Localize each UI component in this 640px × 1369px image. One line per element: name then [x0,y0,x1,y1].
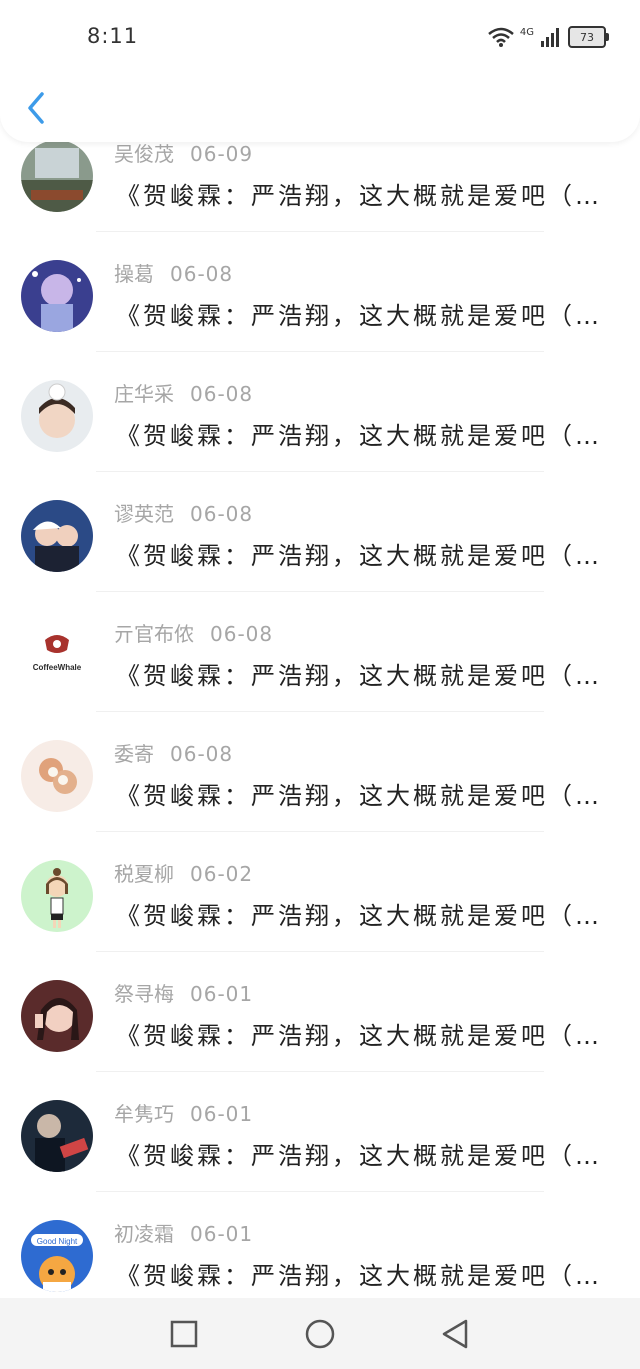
message-meta: 谬英范 06-08 [114,498,253,527]
message-date: 06-08 [190,382,254,406]
status-time: 8:11 [87,24,139,48]
message-preview: 《贺峻霖：严浩翔，这大概就是爱吧（… [116,182,602,210]
status-icons: 4G 73 [488,24,609,50]
avatar [21,860,93,932]
avatar: CoffeeWhale [21,620,93,692]
message-meta: 委寄 06-08 [114,738,233,767]
message-preview: 《贺峻霖：严浩翔，这大概就是爱吧（… [116,1262,602,1290]
message-preview: 《贺峻霖：严浩翔，这大概就是爱吧（… [116,1142,602,1170]
sender-name: 税夏柳 [114,862,174,886]
message-preview: 《贺峻霖：严浩翔，这大概就是爱吧（… [116,542,602,570]
message-date: 06-08 [190,502,254,526]
sender-name: 祭寻梅 [114,982,174,1006]
message-date: 06-08 [210,622,274,646]
signal-icon [541,28,559,47]
message-preview: 《贺峻霖：严浩翔，这大概就是爱吧（… [116,422,602,450]
avatar [21,500,93,572]
message-preview: 《贺峻霖：严浩翔，这大概就是爱吧（… [116,782,602,810]
list-item[interactable]: 税夏柳 06-02 《贺峻霖：严浩翔，这大概就是爱吧（… [0,832,640,952]
back-arrow-icon[interactable] [22,90,52,126]
good-night-text: Good Night [37,1237,78,1246]
coffee-logo-text: CoffeeWhale [33,663,82,672]
sender-name: 初凌霜 [114,1222,174,1246]
message-preview: 《贺峻霖：严浩翔，这大概就是爱吧（… [116,902,602,930]
sender-name: 谬英范 [114,502,174,526]
message-date: 06-01 [190,982,254,1006]
message-meta: 亓官布侬 06-08 [114,618,273,647]
message-list[interactable]: 吴俊茂 06-09 《贺峻霖：严浩翔，这大概就是爱吧（… 操葛 06-08 《贺峻霖… [0,112,640,1298]
list-item[interactable]: 操葛 06-08 《贺峻霖：严浩翔，这大概就是爱吧（… [0,232,640,352]
message-date: 06-02 [190,862,254,886]
avatar [21,980,93,1052]
message-preview: 《贺峻霖：严浩翔，这大概就是爱吧（… [116,302,602,330]
battery-icon: 73 [568,26,609,48]
message-preview: 《贺峻霖：严浩翔，这大概就是爱吧（… [116,662,602,690]
message-date: 06-09 [190,142,254,166]
message-meta: 初凌霜 06-01 [114,1218,253,1247]
message-meta: 祭寻梅 06-01 [114,978,253,1007]
message-preview: 《贺峻霖：严浩翔，这大概就是爱吧（… [116,1022,602,1050]
message-date: 06-01 [190,1102,254,1126]
list-item[interactable]: 庄华采 06-08 《贺峻霖：严浩翔，这大概就是爱吧（… [0,352,640,472]
battery-level: 73 [580,30,594,44]
sender-name: 委寄 [114,742,154,766]
list-item[interactable]: CoffeeWhale 亓官布侬 06-08 《贺峻霖：严浩翔，这大概就是爱吧（… [0,592,640,712]
avatar [21,260,93,332]
list-item[interactable]: 谬英范 06-08 《贺峻霖：严浩翔，这大概就是爱吧（… [0,472,640,592]
wifi-icon [488,27,514,47]
list-item[interactable]: 委寄 06-08 《贺峻霖：严浩翔，这大概就是爱吧（… [0,712,640,832]
sender-name: 吴俊茂 [114,142,174,166]
top-bar: 8:11 4G 73 [0,0,640,142]
avatar [21,740,93,812]
sender-name: 庄华采 [114,382,174,406]
message-date: 06-01 [190,1222,254,1246]
sender-name: 亓官布侬 [114,622,194,646]
recent-apps-icon[interactable] [168,1318,200,1350]
message-date: 06-08 [170,742,234,766]
sender-name: 操葛 [114,262,154,286]
list-item[interactable]: 祭寻梅 06-01 《贺峻霖：严浩翔，这大概就是爱吧（… [0,952,640,1072]
system-nav-bar [0,1298,640,1369]
list-item[interactable]: 牟隽巧 06-01 《贺峻霖：严浩翔，这大概就是爱吧（… [0,1072,640,1192]
sender-name: 牟隽巧 [114,1102,174,1126]
message-meta: 庄华采 06-08 [114,378,253,407]
message-date: 06-08 [170,262,234,286]
avatar: Good Night [21,1220,93,1292]
network-type: 4G [519,26,534,38]
home-icon[interactable] [304,1318,336,1350]
avatar [21,140,93,212]
message-meta: 牟隽巧 06-01 [114,1098,253,1127]
message-meta: 吴俊茂 06-09 [114,138,253,167]
back-icon[interactable] [440,1318,472,1350]
avatar [21,1100,93,1172]
avatar [21,380,93,452]
list-item[interactable]: Good Night 初凌霜 06-01 《贺峻霖：严浩翔，这大概就是爱吧（… [0,1192,640,1298]
message-meta: 操葛 06-08 [114,258,233,287]
message-meta: 税夏柳 06-02 [114,858,253,887]
